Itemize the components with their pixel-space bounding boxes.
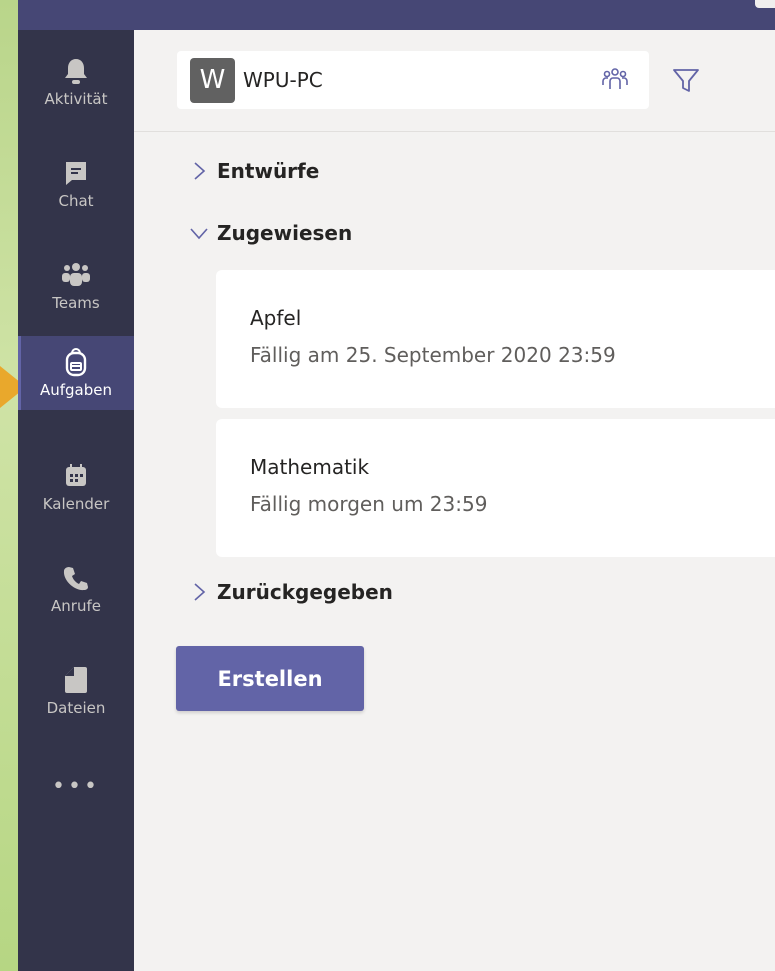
rail-label: Aufgaben (39, 381, 113, 399)
chat-icon (61, 158, 91, 188)
rail-label: Dateien (46, 699, 106, 717)
team-name: WPU-PC (243, 68, 323, 92)
team-selector[interactable]: W WPU-PC (177, 51, 649, 109)
pane-header: W WPU-PC (134, 30, 775, 132)
title-bar-notch (755, 0, 775, 8)
assignment-due: Fällig morgen um 23:59 (250, 492, 488, 516)
chevron-down-icon (189, 223, 209, 243)
phone-icon (61, 563, 91, 593)
section-returned[interactable]: Zurückgegeben (189, 577, 393, 607)
rail-item-assignments[interactable]: Aufgaben (18, 336, 134, 410)
rail-label: Teams (52, 294, 100, 312)
people-icon[interactable] (601, 67, 629, 93)
rail-item-calendar[interactable]: Kalender (18, 450, 134, 524)
more-icon: ••• (52, 773, 100, 799)
assignment-due: Fällig am 25. September 2020 23:59 (250, 343, 616, 367)
teams-icon (61, 260, 91, 290)
assignment-card[interactable]: Apfel Fällig am 25. September 2020 23:59 (216, 270, 775, 408)
chevron-right-icon (189, 582, 209, 602)
rail-item-files[interactable]: Dateien (18, 654, 134, 728)
section-assigned[interactable]: Zugewiesen (189, 218, 352, 248)
title-bar (18, 0, 775, 30)
more-apps-button[interactable]: ••• (18, 756, 134, 816)
file-icon (61, 665, 91, 695)
bell-icon (61, 56, 91, 86)
rail-label: Anrufe (51, 597, 101, 615)
assignments-pane: W WPU-PC Entwürfe Zugewiesen Apfel Fälli… (134, 30, 775, 971)
chevron-right-icon (189, 161, 209, 181)
calendar-icon (61, 461, 91, 491)
assignment-card[interactable]: Mathematik Fällig morgen um 23:59 (216, 419, 775, 557)
create-button[interactable]: Erstellen (176, 646, 364, 711)
backpack-icon (61, 347, 91, 377)
section-drafts[interactable]: Entwürfe (189, 156, 319, 186)
filter-icon[interactable] (672, 68, 700, 94)
rail-item-calls[interactable]: Anrufe (18, 552, 134, 626)
rail-label: Chat (58, 192, 94, 210)
rail-label: Kalender (42, 495, 110, 513)
assignment-title: Apfel (250, 306, 302, 330)
section-title: Zugewiesen (217, 221, 353, 245)
rail-item-activity[interactable]: Aktivität (18, 45, 134, 119)
rail-item-teams[interactable]: Teams (18, 249, 134, 323)
rail-item-chat[interactable]: Chat (18, 147, 134, 221)
section-title: Zurückgegeben (217, 580, 393, 604)
assignment-title: Mathematik (250, 455, 370, 479)
team-avatar: W (190, 57, 235, 103)
app-rail: Aktivität Chat Teams Aufgaben Kalender A… (18, 30, 134, 971)
rail-label: Aktivität (44, 90, 108, 108)
section-title: Entwürfe (217, 159, 320, 183)
